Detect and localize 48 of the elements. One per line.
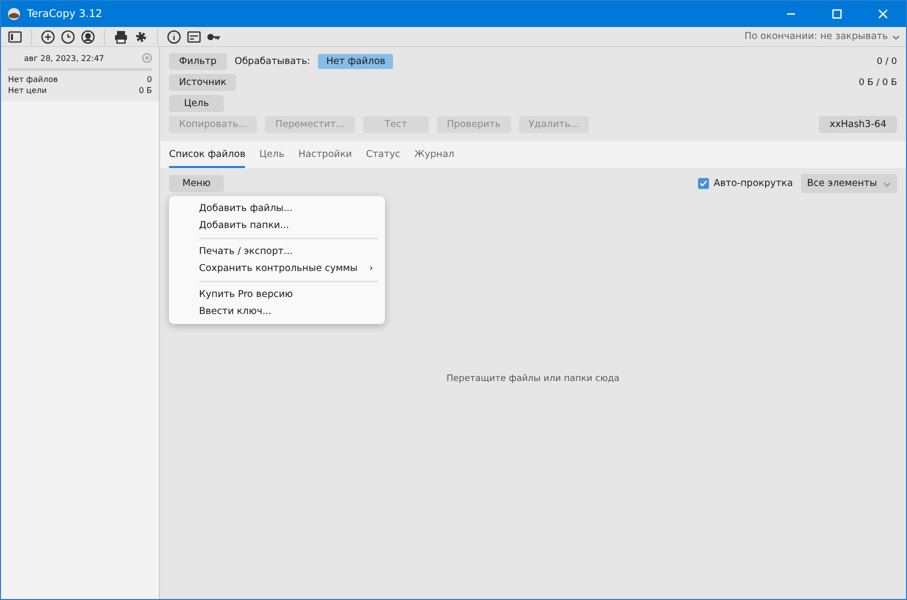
entry-date: авг 28, 2023, 22:47 (24, 54, 104, 62)
info-icon[interactable] (166, 28, 182, 44)
clock-icon[interactable] (60, 28, 76, 44)
menu-label: Сохранить контрольные суммы (199, 263, 358, 274)
menu-item[interactable]: Ввести ключ... (169, 303, 385, 320)
panel-icon[interactable] (186, 28, 202, 44)
view-dropdown[interactable]: Все элементы (801, 174, 897, 193)
view-label: Все элементы (807, 178, 877, 189)
entry-value: 0 (146, 75, 152, 86)
tab[interactable]: Статус (366, 141, 400, 168)
entry-label: Нет цели (8, 86, 47, 97)
menu-button[interactable]: Меню (169, 175, 224, 192)
tab[interactable]: Журнал (414, 141, 454, 168)
process-label: Обрабатывать: (234, 56, 310, 67)
menu-item[interactable]: Купить Pro версию (169, 286, 385, 303)
target-button[interactable]: Цель (169, 95, 224, 112)
sidebar-icon[interactable] (7, 28, 23, 44)
hash-button[interactable]: xxHash3-64 (819, 116, 897, 133)
entry-value: 0 Б (138, 86, 152, 97)
on-finish-dropdown[interactable]: По окончании: не закрывать (744, 31, 888, 42)
menu-item[interactable]: Добавить папки... (169, 217, 385, 234)
tab[interactable]: Список файлов (169, 141, 246, 168)
printer-icon[interactable] (113, 28, 129, 44)
size-count: 0 Б / 0 Б (858, 78, 897, 88)
submenu-arrow: › (369, 263, 373, 274)
maximize-icon (832, 9, 842, 19)
app-icon (7, 7, 21, 21)
window-title: TeraCopy 3.12 (27, 8, 104, 20)
chevron-down-icon (892, 34, 900, 40)
user-icon[interactable] (80, 28, 96, 44)
filter-button[interactable]: Фильтр (169, 53, 227, 70)
close-icon (878, 9, 888, 19)
tab[interactable]: Цель (259, 141, 284, 168)
menu-item[interactable]: Печать / экспорт... (169, 243, 385, 260)
history-entry[interactable]: авг 28, 2023, 22:47 Нет файлов 0 Нет цели 0 Б (1, 47, 159, 101)
menu-item[interactable]: Добавить файлы... (169, 200, 385, 217)
empty-hint: Перетащите файлы или папки сюда (446, 374, 620, 384)
entry-label: Нет файлов (8, 75, 58, 86)
chevron-down-icon (883, 180, 891, 186)
checkbox-label: Авто-прокрутка (714, 178, 793, 189)
process-value[interactable]: Нет файлов (318, 54, 394, 69)
checkbox[interactable] (698, 178, 709, 189)
file-count: 0 / 0 (876, 56, 897, 66)
check-icon (698, 179, 708, 188)
source-button[interactable]: Источник (169, 74, 236, 91)
tab[interactable]: Настройки (298, 141, 352, 168)
menu-item[interactable]: Сохранить контрольные суммы › (169, 260, 385, 277)
add-icon[interactable] (40, 28, 56, 44)
